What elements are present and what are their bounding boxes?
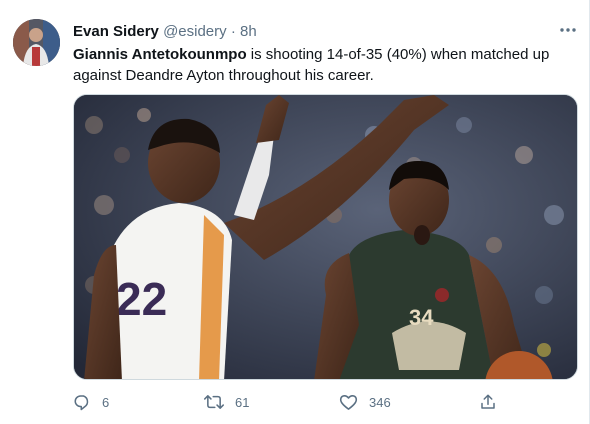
- share-button[interactable]: [479, 389, 497, 415]
- tweet-header: Evan Sidery @esidery · 8h: [73, 22, 257, 42]
- tweet-text: Giannis Antetokounmpo is shooting 14-of-…: [73, 44, 573, 86]
- action-bar: 6 61 346: [73, 389, 578, 415]
- tweet-text-mention: Giannis Antetokounmpo: [73, 46, 247, 63]
- retweet-button[interactable]: 61: [204, 389, 249, 415]
- tweet-time[interactable]: 8h: [240, 23, 257, 40]
- like-button[interactable]: 346: [339, 389, 391, 415]
- tweet-photo[interactable]: 22 34: [73, 94, 578, 380]
- like-icon: [339, 393, 358, 411]
- jersey-left-number: 22: [116, 273, 167, 325]
- retweet-count: 61: [235, 394, 250, 410]
- basketball-photo: 22 34: [74, 95, 577, 379]
- meta-separator: ·: [230, 23, 236, 40]
- author-handle[interactable]: @esidery: [163, 23, 227, 40]
- like-count: 346: [369, 394, 391, 410]
- reply-count: 6: [102, 394, 110, 410]
- tweet-card[interactable]: Evan Sidery @esidery · 8h Giannis Anteto…: [0, 0, 590, 424]
- author-name[interactable]: Evan Sidery: [73, 23, 159, 40]
- share-icon: [479, 393, 497, 411]
- reply-icon: [73, 393, 91, 411]
- avatar[interactable]: [13, 19, 60, 66]
- reply-button[interactable]: 6: [73, 389, 109, 415]
- more-icon[interactable]: [558, 22, 578, 38]
- retweet-icon: [204, 393, 224, 411]
